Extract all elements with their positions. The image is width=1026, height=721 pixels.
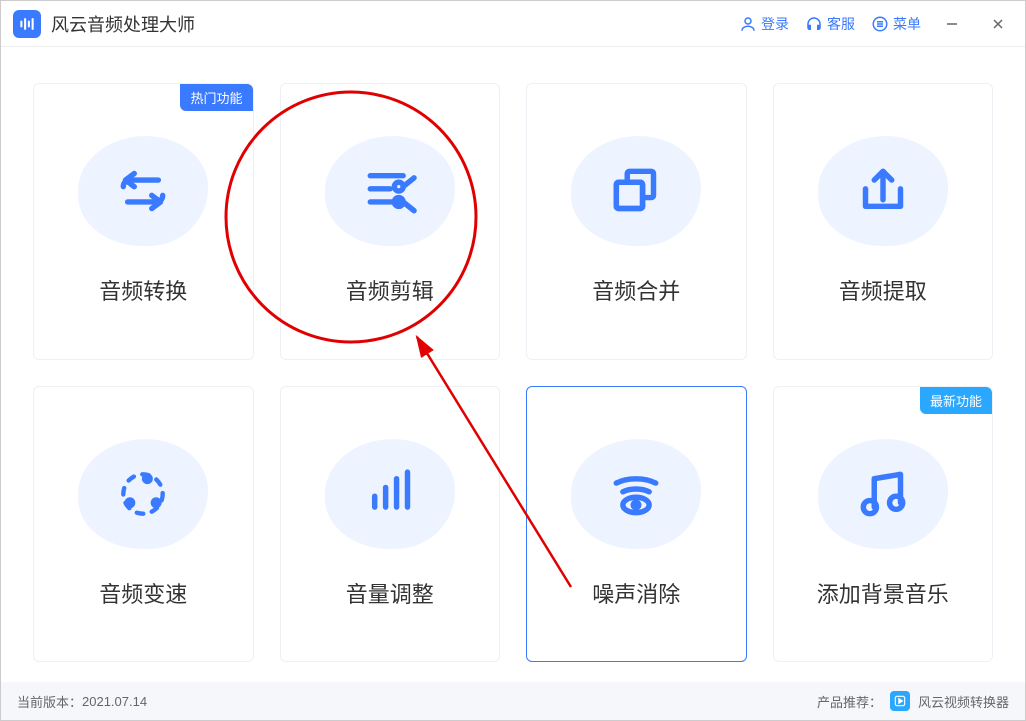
- edit-icon: [325, 136, 455, 246]
- card-label: 音频剪辑: [346, 274, 434, 306]
- recommend-label: 产品推荐：: [817, 692, 882, 711]
- recommend-product[interactable]: 风云视频转换器: [918, 692, 1009, 711]
- feature-grid: 热门功能 音频转换 音频剪辑: [1, 47, 1025, 682]
- menu-label: 菜单: [893, 14, 921, 34]
- extract-icon: [818, 136, 948, 246]
- close-button[interactable]: [983, 9, 1013, 39]
- new-badge: 最新功能: [920, 387, 992, 414]
- menu-button[interactable]: 菜单: [871, 14, 921, 34]
- card-label: 音量调整: [346, 577, 434, 609]
- version-label: 当前版本：: [17, 692, 82, 711]
- menu-icon: [871, 15, 889, 33]
- card-label: 音频提取: [839, 274, 927, 306]
- login-button[interactable]: 登录: [739, 14, 789, 34]
- card-label: 音频变速: [99, 577, 187, 609]
- card-noise-removal[interactable]: 噪声消除: [526, 386, 747, 663]
- card-label: 噪声消除: [592, 577, 680, 609]
- support-button[interactable]: 客服: [805, 14, 855, 34]
- card-audio-edit[interactable]: 音频剪辑: [280, 83, 501, 360]
- headset-icon: [805, 15, 823, 33]
- login-label: 登录: [761, 14, 789, 34]
- card-audio-speed[interactable]: 音频变速: [33, 386, 254, 663]
- merge-icon: [571, 136, 701, 246]
- card-audio-extract[interactable]: 音频提取: [773, 83, 994, 360]
- card-label: 添加背景音乐: [817, 577, 949, 609]
- support-label: 客服: [827, 14, 855, 34]
- card-add-bgm[interactable]: 最新功能 添加背景音乐: [773, 386, 994, 663]
- card-label: 音频转换: [99, 274, 187, 306]
- card-volume-adjust[interactable]: 音量调整: [280, 386, 501, 663]
- title-actions: 登录 客服 菜单: [739, 9, 1013, 39]
- app-logo-icon: [13, 10, 41, 38]
- volume-icon: [325, 439, 455, 549]
- hot-badge: 热门功能: [180, 84, 252, 111]
- speed-icon: [78, 439, 208, 549]
- minimize-button[interactable]: [937, 9, 967, 39]
- app-title: 风云音频处理大师: [51, 11, 195, 37]
- recommend-icon: [890, 691, 910, 711]
- card-label: 音频合并: [592, 274, 680, 306]
- version-value: 2021.07.14: [82, 694, 147, 709]
- status-bar: 当前版本： 2021.07.14 产品推荐： 风云视频转换器: [1, 682, 1025, 720]
- convert-icon: [78, 136, 208, 246]
- card-audio-convert[interactable]: 热门功能 音频转换: [33, 83, 254, 360]
- noise-icon: [571, 439, 701, 549]
- card-audio-merge[interactable]: 音频合并: [526, 83, 747, 360]
- user-icon: [739, 15, 757, 33]
- music-icon: [818, 439, 948, 549]
- title-bar: 风云音频处理大师 登录 客服 菜单: [1, 1, 1025, 47]
